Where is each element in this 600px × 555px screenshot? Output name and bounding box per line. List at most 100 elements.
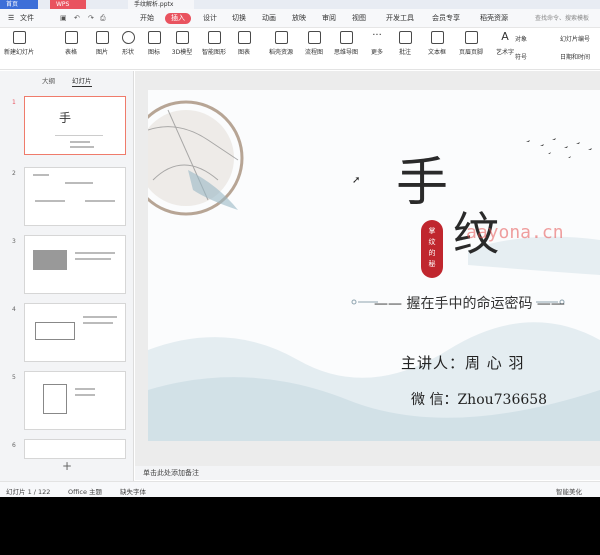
flowchart-button[interactable]: 流程图 bbox=[299, 31, 329, 56]
header-footer-button[interactable]: 页眉页脚 bbox=[456, 31, 486, 56]
chart-icon bbox=[237, 31, 251, 44]
status-bar: 幻灯片 1 / 122 Office 主题 缺失字体 智能美化 bbox=[0, 481, 600, 497]
thumb-text-block bbox=[33, 174, 49, 176]
slide-thumbnail[interactable] bbox=[24, 371, 126, 430]
slide-number-button[interactable]: 幻灯片编号 bbox=[560, 34, 590, 43]
app-window: 首页 WPS 手纹解析.pptx ☰ 文件 ▣ ↶ ↷ ⎙ 开始 插入 设计 切… bbox=[0, 0, 600, 497]
speaker-line: 主讲人：周 心 羽 bbox=[401, 354, 525, 372]
slide-count: 幻灯片 1 / 122 bbox=[6, 488, 51, 496]
more-icon: ··· bbox=[372, 30, 382, 41]
object-button[interactable]: 对象 bbox=[515, 34, 527, 43]
menu-slideshow[interactable]: 放映 bbox=[292, 14, 306, 23]
thumb-text-block bbox=[75, 258, 111, 260]
smart-graphic-button[interactable]: 智能图形 bbox=[199, 31, 229, 56]
redo-icon[interactable]: ↷ bbox=[88, 14, 94, 22]
textbox-icon bbox=[430, 31, 444, 44]
tab-outline[interactable]: 大纲 bbox=[42, 75, 55, 85]
table-icon bbox=[64, 31, 78, 44]
image-icon bbox=[95, 31, 109, 44]
slide-thumbnail-pane: 大纲 幻灯片 1 手 2 3 4 5 6 + bbox=[0, 71, 134, 481]
notes-bar[interactable]: 单击此处添加备注 bbox=[135, 466, 600, 480]
comment-button[interactable]: 批注 bbox=[390, 31, 420, 56]
print-icon[interactable]: ⎙ bbox=[100, 14, 106, 23]
seal-stamp: 掌纹的秘 bbox=[421, 220, 443, 278]
textbox-button[interactable]: 文本框 bbox=[422, 31, 452, 56]
menu-view[interactable]: 视图 bbox=[352, 14, 366, 23]
hamburger-icon[interactable]: ☰ bbox=[8, 14, 14, 23]
slide-number: 5 bbox=[12, 374, 16, 381]
slide-thumbnail[interactable] bbox=[24, 439, 126, 459]
flowchart-icon bbox=[307, 31, 321, 44]
thumb-text-block bbox=[83, 316, 117, 318]
thumb-text-block bbox=[35, 200, 65, 202]
thumbnail-row[interactable]: 3 bbox=[0, 235, 134, 299]
menu-member[interactable]: 会员专享 bbox=[432, 14, 460, 23]
slide-thumbnail[interactable]: 手 bbox=[24, 96, 126, 155]
command-search[interactable]: 查找命令、搜索模板 bbox=[535, 13, 595, 24]
thumbnail-row[interactable]: 4 bbox=[0, 303, 134, 367]
smart-graphic-icon bbox=[207, 31, 221, 44]
slide-thumbnail[interactable] bbox=[24, 303, 126, 362]
tab-wps[interactable]: WPS bbox=[50, 0, 86, 9]
3d-model-button[interactable]: 3D模型 bbox=[167, 31, 197, 56]
date-time-button[interactable]: 日期和时间 bbox=[560, 52, 590, 61]
cube-icon bbox=[175, 31, 189, 44]
shape-icon bbox=[121, 31, 135, 44]
slide-number: 1 bbox=[12, 99, 16, 106]
thumb-text-block bbox=[70, 141, 90, 143]
mouse-cursor-icon: ➚ bbox=[352, 175, 361, 186]
thumb-text-block bbox=[83, 322, 113, 324]
more-button[interactable]: ··· 更多 bbox=[362, 30, 392, 57]
new-slide-button[interactable]: 新建幻灯片 bbox=[4, 31, 34, 56]
slide-thumbnail[interactable] bbox=[24, 235, 126, 294]
menu-file[interactable]: 文件 bbox=[20, 14, 34, 23]
menu-docer[interactable]: 稻壳资源 bbox=[480, 14, 508, 23]
wechat-line: 微 信：Zhou736658 bbox=[411, 392, 548, 408]
docer-resource-button[interactable]: 稻壳资源 bbox=[266, 31, 296, 56]
icons-icon bbox=[147, 31, 161, 44]
menu-insert[interactable]: 插入 bbox=[165, 13, 191, 24]
slide-title-char-1: 手 bbox=[396, 153, 449, 213]
tab-document[interactable]: 手纹解析.pptx bbox=[128, 0, 194, 9]
menu-review[interactable]: 审阅 bbox=[322, 14, 336, 23]
seal-char: 掌 bbox=[428, 227, 436, 235]
tab-slides[interactable]: 幻灯片 bbox=[72, 75, 92, 87]
thumb-divider bbox=[55, 135, 103, 136]
symbol-button[interactable]: 符号 bbox=[515, 52, 527, 61]
theme-name[interactable]: Office 主题 bbox=[68, 486, 102, 496]
menu-start[interactable]: 开始 bbox=[140, 14, 154, 23]
slide-number: 6 bbox=[12, 442, 16, 449]
slide-thumbnail[interactable] bbox=[24, 167, 126, 226]
chart-button[interactable]: 图表 bbox=[229, 31, 259, 56]
smart-beautify-button[interactable]: 智能美化 bbox=[556, 486, 582, 496]
comment-icon bbox=[398, 31, 412, 44]
thumbnail-row[interactable]: 2 bbox=[0, 167, 134, 231]
seal-char: 纹 bbox=[428, 238, 436, 246]
tab-home[interactable]: 首页 bbox=[0, 0, 38, 9]
missing-font-button[interactable]: 缺失字体 bbox=[120, 486, 146, 496]
icon-button[interactable]: 图标 bbox=[139, 31, 169, 56]
slide-number: 2 bbox=[12, 170, 16, 177]
menu-animation[interactable]: 动画 bbox=[262, 14, 276, 23]
mindmap-icon bbox=[339, 31, 353, 44]
undo-icon[interactable]: ↶ bbox=[74, 14, 80, 22]
watermark-text: aayona.cn bbox=[466, 222, 564, 243]
new-slide-icon bbox=[12, 31, 26, 44]
title-bar: 首页 WPS 手纹解析.pptx bbox=[0, 0, 600, 9]
menu-design[interactable]: 设计 bbox=[203, 14, 217, 23]
menu-transition[interactable]: 切换 bbox=[232, 14, 246, 23]
notes-placeholder[interactable]: 单击此处添加备注 bbox=[143, 468, 199, 478]
thumbnail-row[interactable]: 1 手 bbox=[0, 96, 134, 160]
thumbnail-row[interactable]: 5 bbox=[0, 371, 134, 435]
slide-1[interactable]: 手 纹 掌纹的秘 aayona.cn —— 握在手中的命运密码 —— 主讲人：周… bbox=[148, 90, 600, 441]
menu-devtools[interactable]: 开发工具 bbox=[386, 14, 414, 23]
thumb-text-block bbox=[75, 252, 115, 254]
slide-subtitle: —— 握在手中的命运密码 —— bbox=[374, 296, 565, 312]
save-icon[interactable]: ▣ bbox=[60, 14, 67, 22]
add-slide-icon[interactable]: + bbox=[62, 459, 72, 473]
table-button[interactable]: 表格 bbox=[56, 31, 86, 56]
thumb-image bbox=[43, 384, 67, 414]
thumb-text-block bbox=[75, 388, 95, 390]
thumb-text-block bbox=[70, 146, 94, 148]
mindmap-button[interactable]: 思维导图 bbox=[331, 31, 361, 56]
